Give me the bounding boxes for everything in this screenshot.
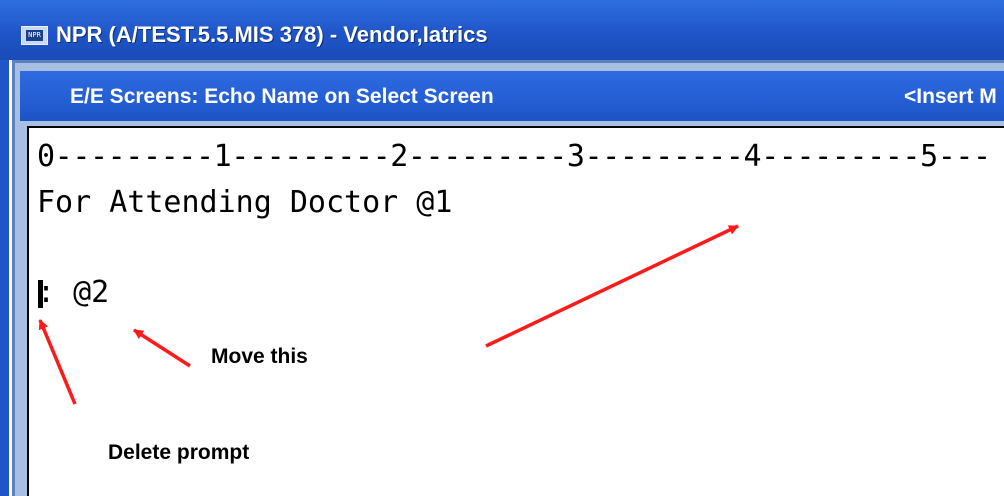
screen-title-bar: E/E Screens: Echo Name on Select Screen … [20, 71, 1004, 121]
window-title-bar: NPR NPR (A/TEST.5.5.MIS 378) - Vendor,Ia… [0, 0, 1004, 60]
text-cursor [38, 280, 43, 308]
delete-prompt-label: Delete prompt [108, 441, 250, 464]
move-this-label: Move this [211, 345, 308, 368]
app-icon-glyph: NPR [26, 30, 43, 41]
app-icon[interactable]: NPR [21, 26, 48, 45]
editor-line-2[interactable]: : @2 [37, 276, 109, 310]
editor-line-1[interactable]: For Attending Doctor @1 [37, 186, 452, 220]
window-left-border [0, 60, 9, 496]
window-title: NPR (A/TEST.5.5.MIS 378) - Vendor,Iatric… [56, 22, 488, 47]
insert-mode-indicator: <Insert M [904, 85, 997, 108]
screen-title: E/E Screens: Echo Name on Select Screen [70, 85, 494, 108]
column-ruler: 0---------1---------2---------3---------… [37, 139, 991, 174]
